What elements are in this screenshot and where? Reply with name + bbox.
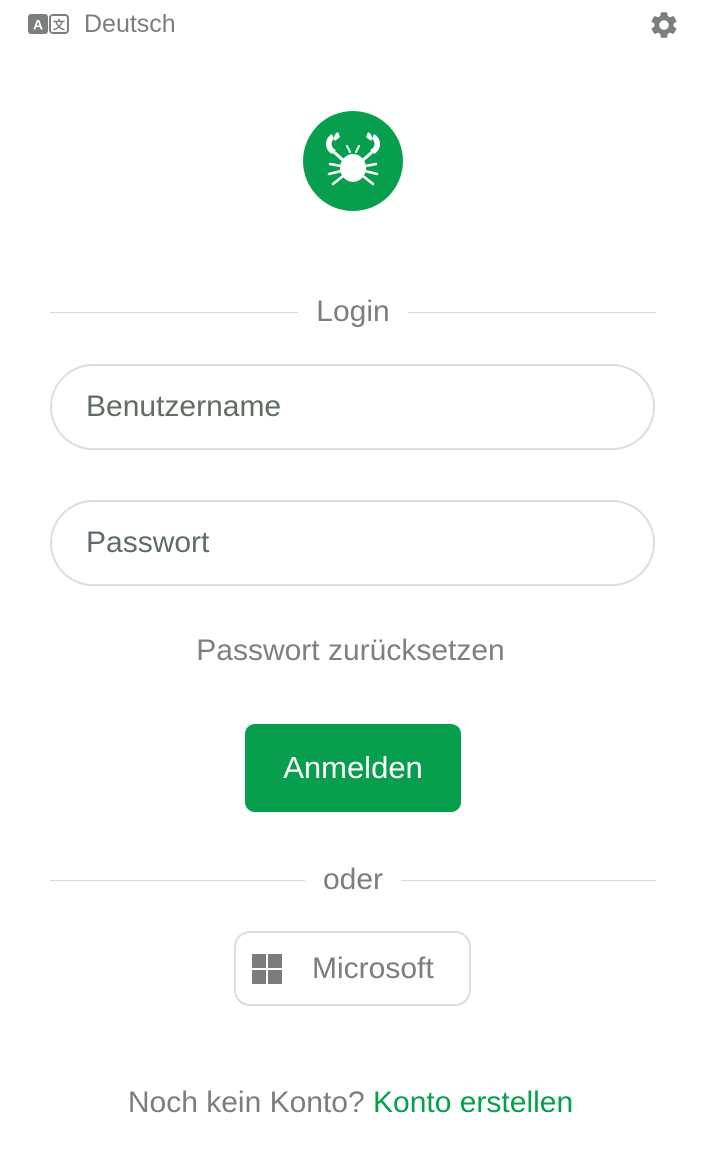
username-input[interactable]: [50, 364, 655, 450]
divider-line-right: [401, 879, 657, 881]
create-account-link[interactable]: Konto erstellen: [373, 1086, 573, 1119]
divider-line-right: [407, 311, 656, 313]
language-label: Deutsch: [84, 10, 176, 38]
app-logo: [303, 111, 403, 211]
signup-prompt: Noch kein Konto?: [127, 1086, 365, 1119]
divider-line-left: [50, 879, 305, 881]
reset-password-link[interactable]: Passwort zurücksetzen: [0, 634, 701, 668]
svg-text:A: A: [33, 17, 43, 33]
translate-icon: A 文: [28, 13, 70, 35]
login-section-divider: Login: [50, 290, 656, 334]
password-input[interactable]: [50, 500, 655, 586]
login-section-title: Login: [316, 295, 390, 328]
crab-logo-icon: [318, 124, 388, 199]
windows-icon: [252, 953, 282, 984]
settings-button[interactable]: [647, 10, 681, 44]
signup-row: Noch kein Konto? Konto erstellen: [0, 1086, 701, 1120]
divider-line-left: [50, 311, 299, 313]
alternative-login-divider: oder: [50, 858, 657, 902]
top-bar: A 文 Deutsch: [28, 10, 681, 40]
gear-icon: [648, 9, 680, 46]
svg-text:文: 文: [53, 17, 66, 32]
language-selector[interactable]: A 文 Deutsch: [28, 10, 176, 38]
microsoft-login-button[interactable]: Microsoft: [234, 931, 471, 1006]
microsoft-label: Microsoft: [312, 951, 434, 985]
or-label: oder: [322, 863, 384, 896]
login-button[interactable]: Anmelden: [245, 724, 461, 812]
